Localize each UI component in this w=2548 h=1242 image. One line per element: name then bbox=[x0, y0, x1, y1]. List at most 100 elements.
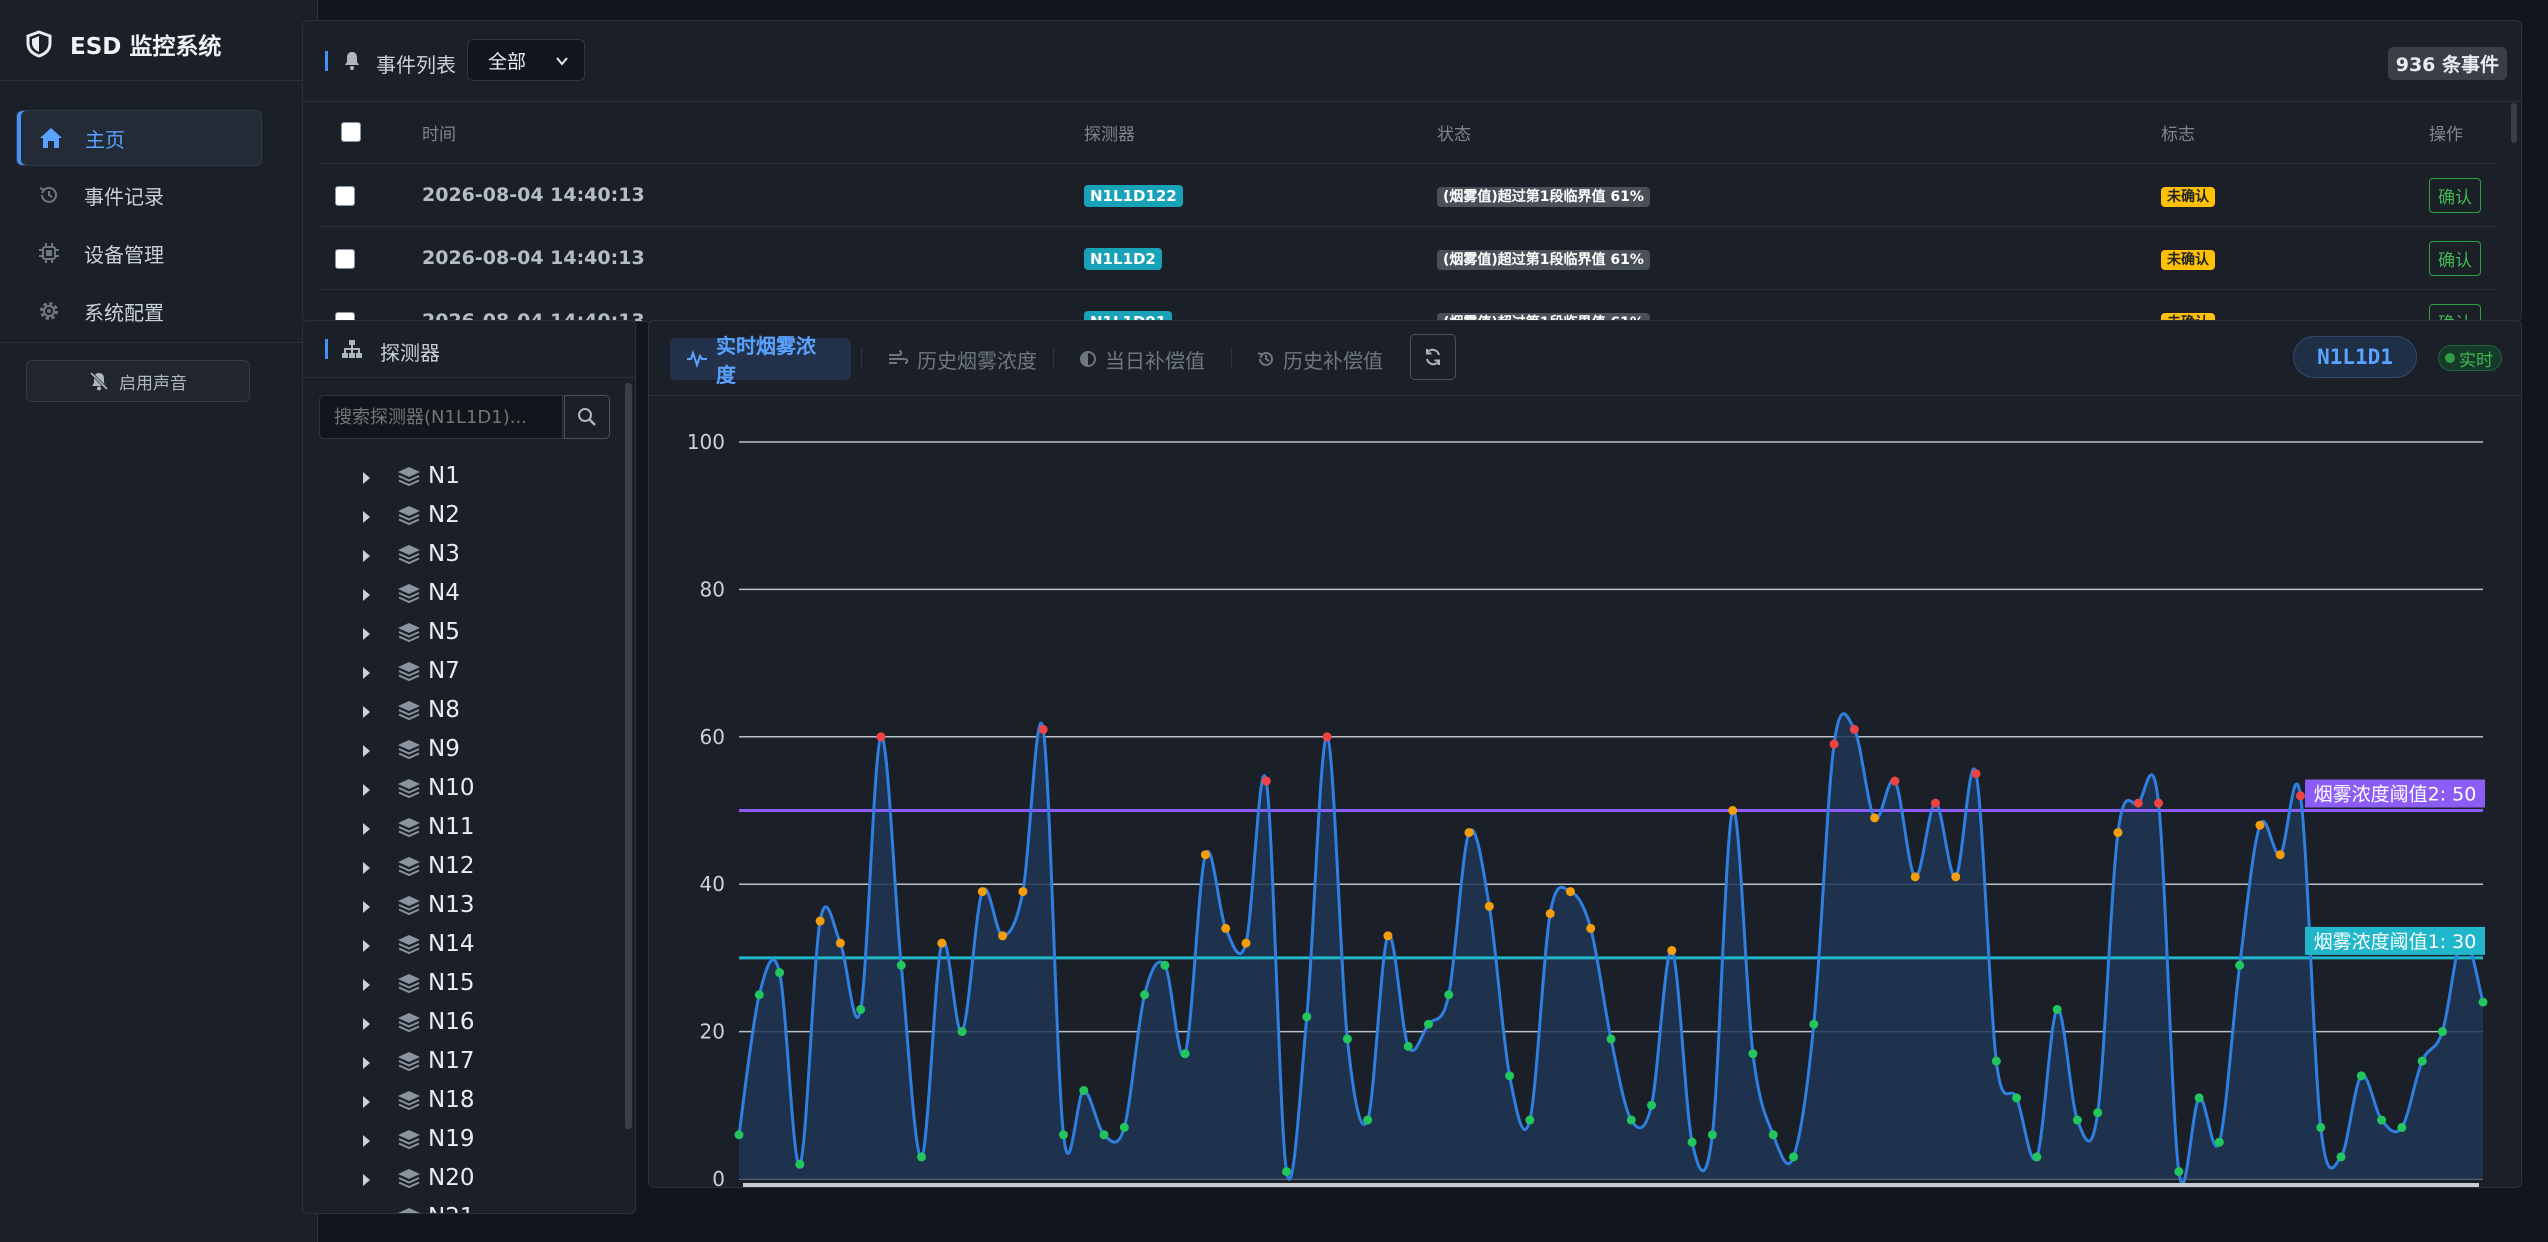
tree-node-n1[interactable]: N1 bbox=[303, 457, 623, 496]
tree-node-n11[interactable]: N11 bbox=[303, 808, 623, 847]
detector-search-button[interactable] bbox=[564, 395, 610, 439]
smoke-chart[interactable]: 020406080100烟雾浓度阈值1: 30烟雾浓度阈值2: 5014:37:… bbox=[649, 395, 2521, 1187]
tree-node-n19[interactable]: N19 bbox=[303, 1120, 623, 1159]
data-point[interactable] bbox=[2174, 1167, 2184, 1177]
caret-right-icon[interactable] bbox=[361, 509, 371, 528]
caret-right-icon[interactable] bbox=[361, 1094, 371, 1113]
tab-history-smoke[interactable]: 历史烟雾浓度 bbox=[871, 338, 1081, 380]
data-point[interactable] bbox=[1586, 923, 1596, 933]
tree-node-n21[interactable]: N21 bbox=[303, 1198, 623, 1213]
events-scrollbar[interactable] bbox=[2511, 103, 2517, 143]
caret-right-icon[interactable] bbox=[361, 626, 371, 645]
caret-right-icon[interactable] bbox=[361, 899, 371, 918]
caret-right-icon[interactable] bbox=[361, 1172, 371, 1191]
data-point[interactable] bbox=[896, 960, 906, 970]
nav-item-devices[interactable]: 设备管理 bbox=[16, 226, 260, 280]
data-point[interactable] bbox=[795, 1159, 805, 1169]
data-point[interactable] bbox=[1809, 1019, 1819, 1029]
tree-node-n5[interactable]: N5 bbox=[303, 613, 623, 652]
caret-right-icon[interactable] bbox=[361, 977, 371, 996]
data-point[interactable] bbox=[734, 1130, 744, 1140]
event-filter-select[interactable]: 全部 bbox=[467, 39, 585, 81]
data-point[interactable] bbox=[1342, 1034, 1352, 1044]
data-point[interactable] bbox=[2478, 997, 2488, 1007]
data-point[interactable] bbox=[1058, 1130, 1068, 1140]
data-point[interactable] bbox=[1849, 724, 1859, 734]
data-point[interactable] bbox=[1991, 1056, 2001, 1066]
tree-node-n13[interactable]: N13 bbox=[303, 886, 623, 925]
tab-daily-compensation[interactable]: 当日补偿值 bbox=[1063, 338, 1259, 380]
caret-right-icon[interactable] bbox=[361, 860, 371, 879]
data-point[interactable] bbox=[2336, 1152, 2346, 1162]
tree-node-n9[interactable]: N9 bbox=[303, 730, 623, 769]
data-point[interactable] bbox=[1545, 909, 1555, 919]
caret-right-icon[interactable] bbox=[361, 704, 371, 723]
tree-node-n8[interactable]: N8 bbox=[303, 691, 623, 730]
data-point[interactable] bbox=[1018, 887, 1028, 897]
caret-right-icon[interactable] bbox=[361, 1055, 371, 1074]
data-point[interactable] bbox=[1707, 1130, 1717, 1140]
data-point[interactable] bbox=[1789, 1152, 1799, 1162]
caret-right-icon[interactable] bbox=[361, 821, 371, 840]
data-point[interactable] bbox=[815, 916, 825, 926]
data-point[interactable] bbox=[1363, 1115, 1373, 1125]
data-point[interactable] bbox=[1667, 946, 1677, 956]
data-point[interactable] bbox=[1565, 887, 1575, 897]
data-point[interactable] bbox=[2072, 1115, 2082, 1125]
data-point[interactable] bbox=[1221, 923, 1231, 933]
data-point[interactable] bbox=[1910, 872, 1920, 882]
data-point[interactable] bbox=[856, 1004, 866, 1014]
data-point[interactable] bbox=[1261, 776, 1271, 786]
data-point[interactable] bbox=[1423, 1019, 1433, 1029]
data-point[interactable] bbox=[2235, 960, 2245, 970]
nav-item-home[interactable]: 主页 bbox=[16, 110, 262, 166]
caret-right-icon[interactable] bbox=[361, 743, 371, 762]
tree-node-n20[interactable]: N20 bbox=[303, 1159, 623, 1198]
data-point[interactable] bbox=[1687, 1137, 1697, 1147]
detector-search-input[interactable] bbox=[319, 395, 563, 439]
enable-sound-button[interactable]: 启用声音 bbox=[26, 360, 250, 402]
tree-node-n12[interactable]: N12 bbox=[303, 847, 623, 886]
caret-right-icon[interactable] bbox=[361, 1133, 371, 1152]
data-point[interactable] bbox=[1444, 990, 1454, 1000]
caret-right-icon[interactable] bbox=[361, 548, 371, 567]
tree-node-n14[interactable]: N14 bbox=[303, 925, 623, 964]
data-point[interactable] bbox=[2397, 1122, 2407, 1132]
data-point[interactable] bbox=[1403, 1041, 1413, 1051]
data-point[interactable] bbox=[1038, 724, 1048, 734]
data-point[interactable] bbox=[2295, 791, 2305, 801]
data-point[interactable] bbox=[2052, 1004, 2062, 1014]
data-point[interactable] bbox=[1099, 1130, 1109, 1140]
data-point[interactable] bbox=[1748, 1049, 1758, 1059]
tree-node-n16[interactable]: N16 bbox=[303, 1003, 623, 1042]
caret-right-icon[interactable] bbox=[361, 470, 371, 489]
tree-node-n7[interactable]: N7 bbox=[303, 652, 623, 691]
caret-right-icon[interactable] bbox=[361, 665, 371, 684]
data-point[interactable] bbox=[1525, 1115, 1535, 1125]
nav-item-events[interactable]: 事件记录 bbox=[16, 168, 260, 222]
data-point[interactable] bbox=[1180, 1049, 1190, 1059]
tree-node-n4[interactable]: N4 bbox=[303, 574, 623, 613]
tree-node-n18[interactable]: N18 bbox=[303, 1081, 623, 1120]
row-checkbox[interactable] bbox=[335, 248, 355, 269]
data-point[interactable] bbox=[1829, 739, 1839, 749]
data-point[interactable] bbox=[876, 732, 886, 742]
tree-node-n2[interactable]: N2 bbox=[303, 496, 623, 535]
tab-realtime-smoke[interactable]: 实时烟雾浓度 bbox=[670, 334, 851, 387]
data-point[interactable] bbox=[2377, 1115, 2387, 1125]
data-point[interactable] bbox=[1282, 1167, 1292, 1177]
tree-node-n10[interactable]: N10 bbox=[303, 769, 623, 808]
caret-right-icon[interactable] bbox=[361, 782, 371, 801]
tab-history-compensation[interactable]: 历史补偿值 bbox=[1241, 338, 1401, 380]
data-point[interactable] bbox=[1079, 1086, 1089, 1096]
data-point[interactable] bbox=[2275, 850, 2285, 860]
data-point[interactable] bbox=[2417, 1056, 2427, 1066]
data-point[interactable] bbox=[2214, 1137, 2224, 1147]
data-point[interactable] bbox=[1890, 776, 1900, 786]
confirm-button[interactable]: 确认 bbox=[2429, 177, 2481, 213]
data-point[interactable] bbox=[2032, 1152, 2042, 1162]
data-point[interactable] bbox=[1728, 806, 1738, 815]
detector-badge[interactable]: N1L1D2 bbox=[1084, 248, 1162, 270]
tree-node-n15[interactable]: N15 bbox=[303, 964, 623, 1003]
data-point[interactable] bbox=[775, 968, 785, 978]
